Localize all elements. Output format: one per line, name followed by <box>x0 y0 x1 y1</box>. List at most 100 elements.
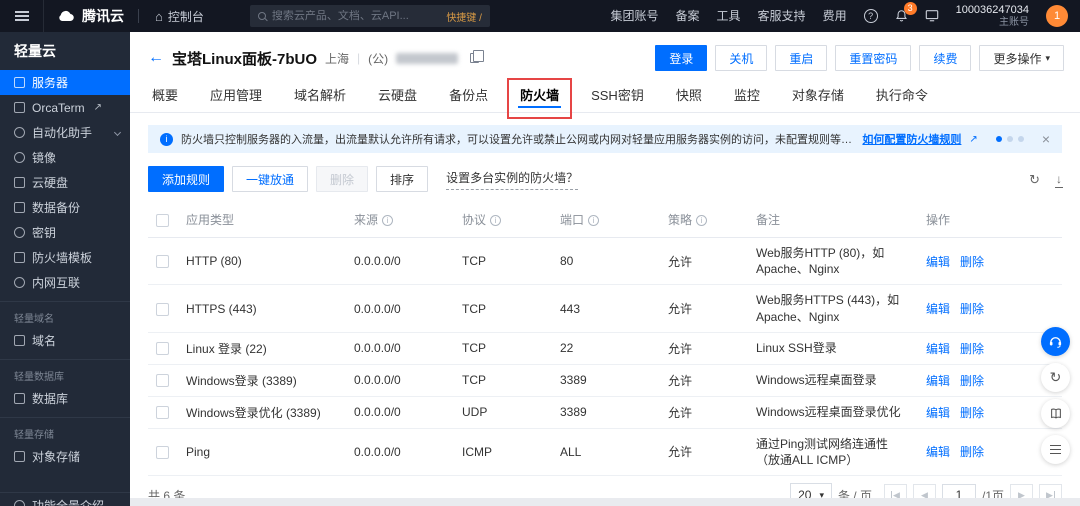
nav-tools[interactable]: 工具 <box>717 7 741 24</box>
avatar[interactable]: 1 <box>1046 4 1068 27</box>
documentation-button[interactable] <box>1041 399 1070 428</box>
copy-icon[interactable] <box>470 50 485 63</box>
info-icon[interactable]: i <box>490 215 502 226</box>
tab-run-command[interactable]: 执行命令 <box>874 83 930 107</box>
carousel-dot[interactable] <box>1006 136 1013 142</box>
sort-button[interactable]: 排序 <box>376 166 429 192</box>
sidebar-item-cloud-disk[interactable]: 云硬盘 <box>0 170 130 195</box>
info-icon[interactable]: i <box>382 215 394 226</box>
allow-all-button[interactable]: 一键放通 <box>232 166 309 192</box>
account-info[interactable]: 100036247034 主账号 <box>956 4 1029 28</box>
firewall-rules-help-link[interactable]: 如何配置防火墙规则 <box>862 131 961 147</box>
row-checkbox[interactable] <box>156 446 169 460</box>
tab-monitoring[interactable]: 监控 <box>732 83 762 107</box>
tab-backup-point[interactable]: 备份点 <box>447 83 490 107</box>
row-checkbox[interactable] <box>156 342 169 356</box>
tab-overview[interactable]: 概要 <box>150 83 180 107</box>
row-checkbox[interactable] <box>156 302 169 316</box>
tab-snapshot[interactable]: 快照 <box>674 83 704 107</box>
sidebar-item-data-backup[interactable]: 数据备份 <box>0 195 130 220</box>
nav-support[interactable]: 客服支持 <box>758 7 806 24</box>
promo-icon <box>14 500 25 506</box>
edit-link[interactable]: 编辑 <box>926 445 950 459</box>
current-page-input[interactable]: 1 <box>941 483 976 498</box>
first-page-button[interactable]: ◀ <box>883 483 907 498</box>
multi-instance-firewall-link[interactable]: 设置多台实例的防火墙？ <box>446 168 579 190</box>
feedback-button[interactable]: ↻ <box>1041 363 1070 392</box>
nav-icp-filing[interactable]: 备案 <box>676 7 700 24</box>
page-size-value: 20 <box>798 488 812 498</box>
sidebar-item-firewall-template[interactable]: 防火墙模板 <box>0 245 130 270</box>
search-input[interactable] <box>271 10 441 22</box>
tab-app-management[interactable]: 应用管理 <box>208 83 264 107</box>
info-icon[interactable]: i <box>696 215 708 226</box>
reset-password-button[interactable]: 重置密码 <box>835 45 912 71</box>
help-icon[interactable]: ? <box>863 8 878 23</box>
nav-group-account[interactable]: 集团账号 <box>611 7 659 24</box>
sidebar-item-private-network[interactable]: 内网互联 <box>0 270 130 295</box>
delete-link[interactable]: 删除 <box>960 445 984 459</box>
table-row: Windows登录 (3389) 0.0.0.0/0 TCP 3389 允许 W… <box>148 364 1062 397</box>
close-icon[interactable]: × <box>1042 132 1050 146</box>
row-checkbox[interactable] <box>156 374 169 388</box>
restart-button[interactable]: 重启 <box>775 45 828 71</box>
refresh-icon[interactable]: ↻ <box>1029 173 1040 186</box>
workbench-icon[interactable] <box>925 9 939 22</box>
survey-button[interactable] <box>1041 435 1070 464</box>
add-rule-button[interactable]: 添加规则 <box>148 166 225 192</box>
tab-domain-resolution[interactable]: 域名解析 <box>292 83 348 107</box>
notifications-button[interactable]: 3 <box>895 1 917 23</box>
sidebar-item-domain[interactable]: 域名 <box>0 328 130 353</box>
sidebar-item-orcaterm[interactable]: OrcaTerm ↗ <box>0 95 130 120</box>
console-link[interactable]: ⌂ 控制台 <box>139 8 220 25</box>
tab-ssh-key[interactable]: SSH密钥 <box>589 83 646 107</box>
brand-logo[interactable]: 腾讯云 <box>44 6 138 26</box>
delete-button[interactable]: 删除 <box>316 166 369 192</box>
shutdown-button[interactable]: 关机 <box>715 45 768 71</box>
delete-link[interactable]: 删除 <box>960 255 984 269</box>
delete-link[interactable]: 删除 <box>960 342 984 356</box>
edit-link[interactable]: 编辑 <box>926 374 950 388</box>
sidebar-item-server[interactable]: 服务器 <box>0 70 130 95</box>
download-icon[interactable]: ↓ <box>1055 173 1063 188</box>
cell-protocol: UDP <box>454 396 552 429</box>
row-checkbox[interactable] <box>156 406 169 420</box>
carousel-dot-active[interactable] <box>995 136 1002 142</box>
cell-port: 22 <box>552 332 660 365</box>
sidebar-item-automation-assistant[interactable]: 自动化助手 <box>0 120 130 145</box>
customer-service-button[interactable] <box>1041 327 1070 356</box>
sidebar-item-object-storage[interactable]: 对象存储 <box>0 444 130 469</box>
edit-link[interactable]: 编辑 <box>926 342 950 356</box>
hamburger-menu-button[interactable] <box>0 0 44 32</box>
info-icon[interactable]: i <box>588 215 600 226</box>
delete-link[interactable]: 删除 <box>960 302 984 316</box>
tab-object-storage[interactable]: 对象存储 <box>790 83 846 107</box>
prev-page-button[interactable]: ◀ <box>912 483 936 498</box>
sidebar-item-database[interactable]: 数据库 <box>0 386 130 411</box>
page-size-select[interactable]: 20 ▾ <box>790 483 832 498</box>
cell-port: 80 <box>552 237 660 286</box>
sidebar-promo-item[interactable]: 功能全景介绍 <box>0 492 130 506</box>
delete-link[interactable]: 删除 <box>960 374 984 388</box>
meta-divider: | <box>357 51 361 65</box>
tab-cloud-disk[interactable]: 云硬盘 <box>376 83 419 107</box>
sidebar-item-ssh-keys[interactable]: 密钥 <box>0 220 130 245</box>
select-all-checkbox[interactable] <box>156 213 169 227</box>
global-search[interactable]: 快捷键 / <box>249 5 490 27</box>
carousel-dot[interactable] <box>1017 136 1024 142</box>
renew-button[interactable]: 续费 <box>919 45 972 71</box>
row-checkbox[interactable] <box>156 255 169 269</box>
login-button[interactable]: 登录 <box>655 45 708 71</box>
nav-billing[interactable]: 费用 <box>823 7 847 24</box>
edit-link[interactable]: 编辑 <box>926 255 950 269</box>
delete-link[interactable]: 删除 <box>960 406 984 420</box>
edit-link[interactable]: 编辑 <box>926 406 950 420</box>
cell-policy: 允许 <box>660 284 748 333</box>
edit-link[interactable]: 编辑 <box>926 302 950 316</box>
next-page-button[interactable]: ▶ <box>1010 483 1033 498</box>
more-actions-dropdown[interactable]: 更多操作 ▾ <box>979 45 1064 71</box>
last-page-button[interactable]: ▶ <box>1039 483 1062 498</box>
tab-firewall[interactable]: 防火墙 <box>507 78 573 119</box>
sidebar-item-images[interactable]: 镜像 <box>0 145 130 170</box>
back-button[interactable]: ← <box>148 50 164 66</box>
